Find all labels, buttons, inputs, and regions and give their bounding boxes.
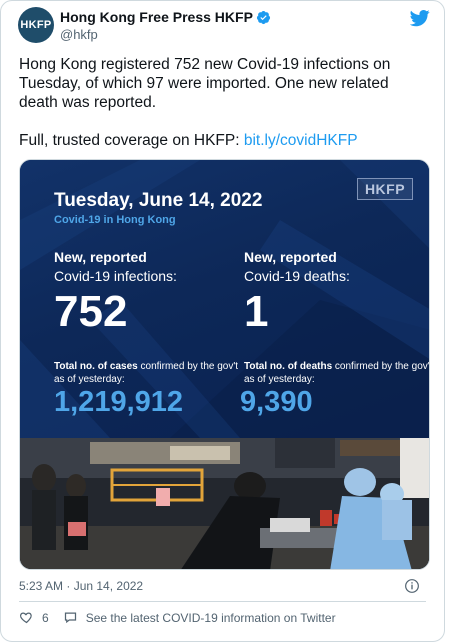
deaths-block: New, reported Covid-19 deaths: 1: [244, 248, 350, 338]
deaths-total-bold: Total no. of deaths: [244, 361, 333, 372]
deaths-value: 1: [244, 287, 269, 336]
tweet-text-coverage: Full, trusted coverage on HKFP: bit.ly/c…: [19, 131, 419, 150]
name-row: Hong Kong Free Press HKFP: [60, 9, 271, 25]
tweet-text-main: Hong Kong registered 752 new Covid-19 in…: [19, 56, 391, 111]
deaths-total-value: 9,390: [240, 386, 313, 418]
display-name[interactable]: Hong Kong Free Press HKFP: [60, 9, 253, 25]
cases-total-value: 1,219,912: [54, 386, 184, 418]
coverage-prefix: Full, trusted coverage on HKFP:: [19, 132, 244, 149]
covid-infographic[interactable]: HKFP Tuesday, June 14, 2022 Covid-19 in …: [20, 160, 429, 438]
info-icon[interactable]: [404, 578, 420, 594]
tweet-text: Hong Kong registered 752 new Covid-19 in…: [19, 55, 419, 150]
infographic-subtitle: Covid-19 in Hong Kong: [54, 214, 176, 226]
infections-value: 752: [54, 287, 128, 336]
infographic-date: Tuesday, June 14, 2022: [54, 190, 263, 211]
tweet-card[interactable]: HKFP Hong Kong Free Press HKFP @hkfp Hon…: [0, 0, 445, 642]
coverage-link[interactable]: bit.ly/covidHKFP: [244, 132, 358, 149]
deaths-subtitle: Covid-19 deaths:: [244, 268, 350, 284]
handle[interactable]: @hkfp: [60, 27, 98, 42]
tweet-media[interactable]: HKFP Tuesday, June 14, 2022 Covid-19 in …: [19, 159, 430, 570]
infections-block: New, reported Covid-19 infections: 752: [54, 248, 177, 338]
verified-badge-icon: [256, 10, 270, 24]
photo-scene: [20, 438, 429, 569]
twitter-bird-icon[interactable]: [410, 8, 430, 28]
testing-site-photo[interactable]: [20, 438, 429, 569]
tweet-header: HKFP Hong Kong Free Press HKFP @hkfp: [18, 7, 438, 47]
infections-title: New, reported: [54, 249, 147, 265]
cases-total-bold: Total no. of cases: [54, 361, 138, 372]
tweet-timestamp[interactable]: 5:23 AM · Jun 14, 2022: [19, 579, 143, 593]
infections-subtitle: Covid-19 infections:: [54, 268, 177, 284]
deaths-total-label: Total no. of deaths confirmed by the gov…: [244, 360, 429, 386]
cases-total-label: Total no. of cases confirmed by the gov'…: [54, 360, 244, 386]
deaths-title: New, reported: [244, 249, 337, 265]
hkfp-logo: HKFP: [357, 178, 413, 200]
avatar[interactable]: HKFP: [18, 7, 54, 43]
divider: [19, 601, 426, 602]
